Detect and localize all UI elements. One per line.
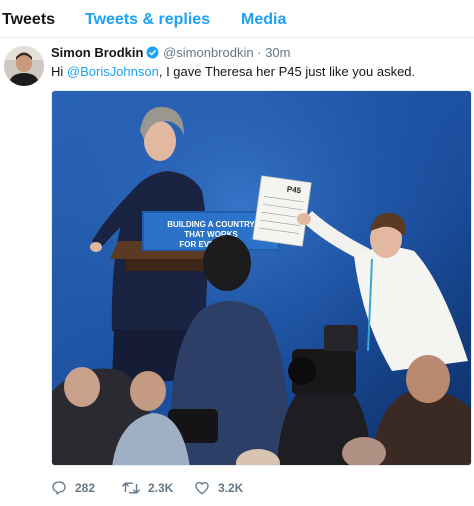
reply-icon [52, 481, 66, 495]
tweet-header: Simon Brodkin @simonbrodkin · 30m [51, 44, 290, 62]
tweet-timestamp[interactable]: 30m [265, 45, 290, 60]
heart-icon [195, 481, 209, 495]
tab-tweets[interactable]: Tweets [2, 10, 55, 30]
tweet-photo[interactable]: BUILDING A COUNTRY THAT WORKS FOR EVERYO… [51, 90, 472, 466]
profile-tabs: Tweets Tweets & replies Media [0, 0, 474, 38]
verified-badge-icon [146, 46, 159, 59]
tweet-text: Hi @BorisJohnson, I gave Theresa her P45… [51, 63, 415, 81]
conference-photo: BUILDING A COUNTRY THAT WORKS FOR EVERYO… [52, 91, 471, 465]
mention-link[interactable]: @BorisJohnson [67, 64, 159, 79]
tweet-text-end: , I gave Theresa her P45 just like you a… [158, 64, 416, 79]
avatar[interactable] [4, 46, 44, 86]
tweet-actions: 282 2.3K 3.2K [51, 478, 351, 498]
retweet-button[interactable]: 2.3K [122, 478, 173, 498]
retweet-count: 2.3K [148, 481, 174, 495]
tab-media[interactable]: Media [241, 10, 286, 30]
svg-text:BUILDING A COUNTRY: BUILDING A COUNTRY [167, 220, 255, 229]
like-count: 3.2K [218, 481, 244, 495]
tab-tweets-and-replies[interactable]: Tweets & replies [85, 10, 210, 30]
author-name[interactable]: Simon Brodkin [51, 45, 143, 60]
avatar-image [4, 46, 44, 86]
like-button[interactable]: 3.2K [194, 478, 243, 498]
retweet-icon [122, 482, 140, 494]
tweet-text-start: Hi [51, 64, 67, 79]
reply-button[interactable]: 282 [51, 478, 95, 498]
separator-dot: · [257, 45, 262, 60]
reply-count: 282 [75, 481, 96, 495]
author-handle[interactable]: @simonbrodkin [163, 45, 254, 60]
